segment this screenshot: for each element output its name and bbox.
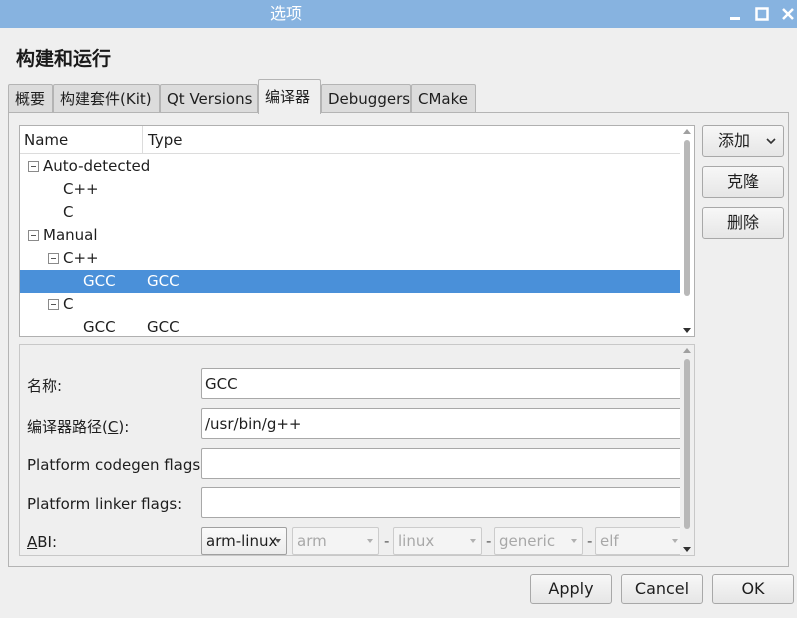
linker-flags-label: Platform linker flags: [27, 495, 183, 513]
ok-button[interactable]: OK [712, 574, 794, 604]
tree-row-auto-detected[interactable]: Auto-detected [20, 155, 682, 178]
codegen-flags-label: Platform codegen flags: [27, 456, 206, 474]
tree-row-name: C [63, 295, 74, 313]
abi-os-value: linux [398, 532, 435, 550]
tab-qt-versions[interactable]: Qt Versions [160, 84, 258, 113]
scroll-up-icon[interactable] [683, 129, 691, 134]
window-titlebar[interactable]: 选项 [0, 0, 797, 28]
tree-row-name: C++ [63, 180, 99, 198]
dropdown-arrow-icon [571, 539, 577, 543]
page-title: 构建和运行 [16, 48, 112, 70]
name-label: 名称: [27, 377, 63, 395]
abi-format-value: elf [600, 532, 619, 550]
abi-label-rest: BI: [37, 533, 58, 551]
tab-compilers[interactable]: 编译器 [258, 79, 321, 114]
add-button-label: 添加 [717, 131, 750, 150]
scrollbar-thumb[interactable] [684, 140, 690, 296]
maximize-icon [755, 7, 769, 21]
abi-os-select[interactable]: linux [393, 527, 482, 555]
abi-arch-value: arm [297, 532, 327, 550]
tree-row-name: C [63, 203, 74, 221]
tree-scrollbar[interactable] [680, 126, 694, 336]
tree-row-name: GCC [83, 272, 116, 290]
abi-separator: - [384, 532, 390, 550]
collapse-icon[interactable] [28, 161, 39, 172]
tab-debuggers[interactable]: Debuggers [321, 84, 411, 113]
abi-separator: - [587, 532, 593, 550]
tree-row-manual-c[interactable]: C [20, 293, 682, 316]
tree-row-name: Auto-detected [43, 157, 151, 175]
compilers-panel: Name Type Auto-detected C++ C Manual C++… [8, 112, 789, 567]
options-dialog: 构建和运行 概要 构建套件(Kit) Qt Versions 编译器 Debug… [0, 28, 797, 618]
compiler-path-label-suffix: ): [118, 418, 130, 436]
abi-select[interactable]: arm-linux [201, 527, 287, 555]
scrollbar-thumb[interactable] [684, 359, 690, 529]
abi-arch-select[interactable]: arm [292, 527, 379, 555]
tree-row-manual[interactable]: Manual [20, 224, 682, 247]
minimize-icon [730, 17, 740, 20]
apply-button[interactable]: Apply [530, 574, 612, 604]
tab-overview[interactable]: 概要 [8, 84, 53, 113]
column-header-type[interactable]: Type [144, 126, 182, 154]
abi-separator: - [486, 532, 492, 550]
abi-shortcut: A [27, 533, 38, 551]
abi-label: ABI: [27, 533, 57, 551]
remove-button[interactable]: 删除 [702, 207, 784, 239]
close-button[interactable] [778, 4, 797, 24]
collapse-icon[interactable] [28, 230, 39, 241]
collapse-icon[interactable] [48, 299, 59, 310]
details-scrollbar[interactable] [680, 345, 694, 555]
tree-row-name: GCC [83, 318, 116, 336]
dropdown-arrow-icon [367, 539, 373, 543]
scroll-down-icon[interactable] [683, 328, 691, 333]
abi-select-value: arm-linux [206, 532, 278, 550]
tree-row-name: C++ [63, 249, 99, 267]
cancel-button[interactable]: Cancel [621, 574, 703, 604]
compiler-path-label: 编译器路径(C): [27, 416, 129, 437]
tree-row-auto-cpp[interactable]: C++ [20, 178, 682, 201]
abi-flavor-select[interactable]: generic [494, 527, 583, 555]
collapse-icon[interactable] [48, 253, 59, 264]
tree-row-auto-c[interactable]: C [20, 201, 682, 224]
linker-flags-input[interactable] [201, 487, 685, 518]
close-icon [782, 8, 794, 20]
compiler-path-input[interactable] [201, 408, 685, 439]
scroll-down-icon[interactable] [683, 547, 691, 552]
abi-format-select[interactable]: elf [595, 527, 684, 555]
dropdown-arrow-icon [275, 539, 281, 543]
compiler-tree[interactable]: Name Type Auto-detected C++ C Manual C++… [19, 125, 695, 337]
abi-flavor-value: generic [499, 532, 556, 550]
tab-kits[interactable]: 构建套件(Kit) [53, 84, 160, 113]
codegen-flags-input[interactable] [201, 448, 685, 479]
minimize-button[interactable] [725, 4, 745, 24]
compiler-path-shortcut: C [107, 418, 119, 436]
clone-button[interactable]: 克隆 [702, 166, 784, 198]
tab-cmake[interactable]: CMake [411, 84, 476, 113]
compiler-details: 名称: 编译器路径(C): Platform codegen flags: Pl… [19, 344, 695, 556]
tree-row-type: GCC [147, 318, 180, 336]
tree-row-manual-cpp-gcc[interactable]: GCC GCC [20, 270, 682, 293]
tree-row-name: Manual [43, 226, 98, 244]
name-input[interactable] [201, 368, 685, 399]
compiler-path-label-prefix: 编译器路径( [27, 418, 108, 436]
dropdown-arrow-icon [470, 539, 476, 543]
chevron-down-icon [766, 138, 776, 145]
scroll-up-icon[interactable] [683, 348, 691, 353]
tree-row-manual-c-gcc[interactable]: GCC GCC [20, 316, 682, 336]
tree-header: Name Type [20, 126, 682, 154]
dropdown-arrow-icon [672, 539, 678, 543]
tree-row-manual-cpp[interactable]: C++ [20, 247, 682, 270]
column-header-name[interactable]: Name [20, 126, 143, 154]
window-title: 选项 [269, 4, 302, 23]
maximize-button[interactable] [752, 4, 772, 24]
tree-row-type: GCC [147, 272, 180, 290]
add-button[interactable]: 添加 [702, 125, 784, 157]
